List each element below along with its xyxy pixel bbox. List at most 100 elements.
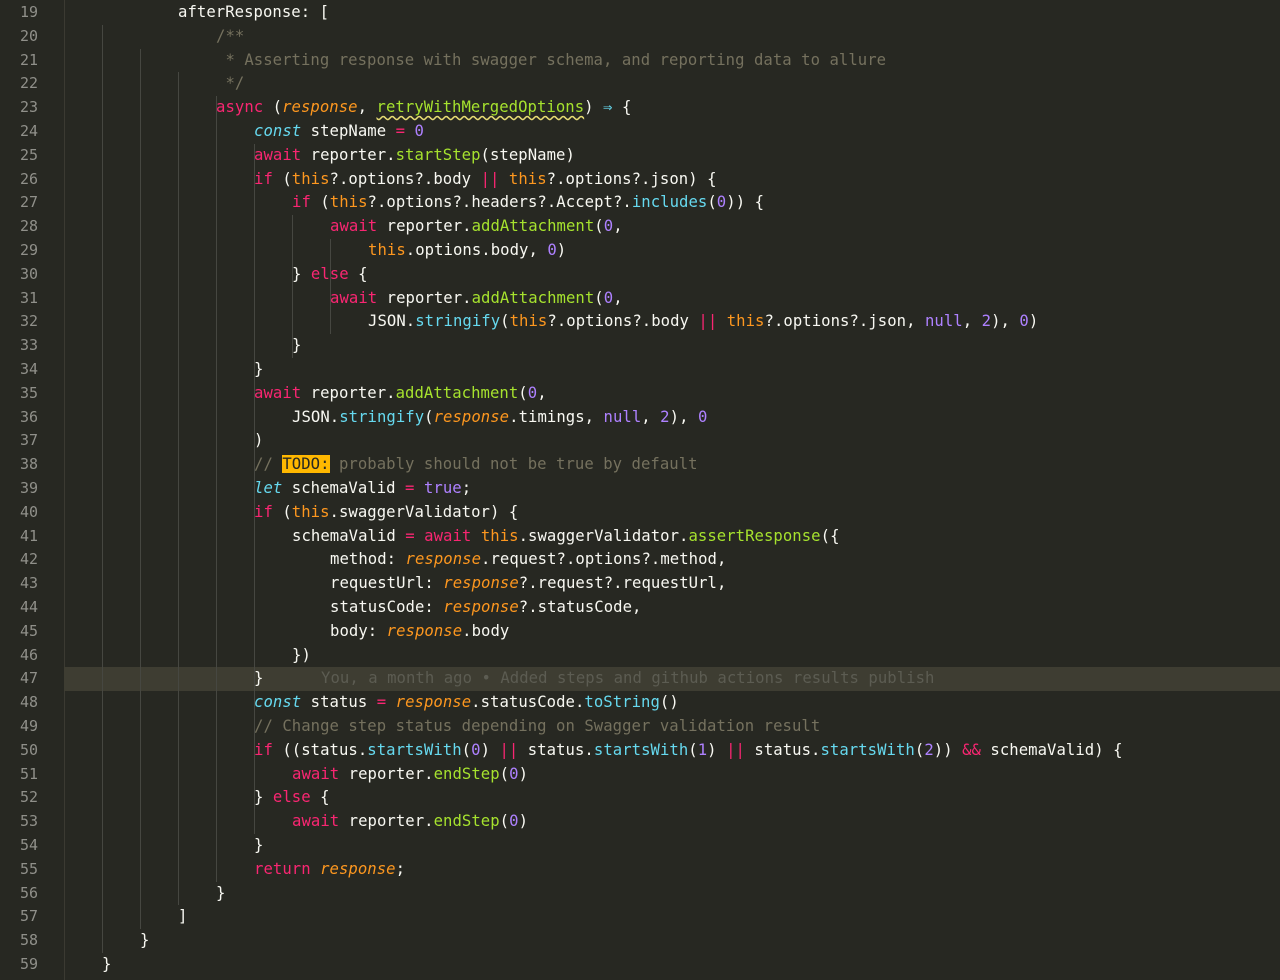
code-line[interactable]: 21 * Asserting response with swagger sch… <box>0 49 1280 73</box>
indent-guide <box>102 24 103 953</box>
line-number: 29 <box>19 241 38 259</box>
code-text[interactable]: await reporter.endStep(0) <box>292 763 528 787</box>
code-text[interactable]: } <box>216 882 225 906</box>
code-text[interactable]: await reporter.addAttachment(0, <box>254 382 547 406</box>
code-line[interactable]: 25 await reporter.startStep(stepName) <box>0 144 1280 168</box>
code-line[interactable]: 45 body: response.body <box>0 620 1280 644</box>
code-text[interactable]: * Asserting response with swagger schema… <box>216 49 886 73</box>
code-line[interactable]: 24 const stepName = 0 <box>0 120 1280 144</box>
code-text[interactable]: await reporter.endStep(0) <box>292 810 528 834</box>
code-text[interactable]: afterResponse: [ <box>178 1 329 25</box>
code-line[interactable]: 54} <box>0 834 1280 858</box>
code-text[interactable]: let schemaValid = true; <box>254 477 471 501</box>
code-line[interactable]: 28 await reporter.addAttachment(0, <box>0 215 1280 239</box>
code-text[interactable]: await reporter.addAttachment(0, <box>330 287 623 311</box>
code-text[interactable]: JSON.stringify(this?.options?.body || th… <box>368 310 1038 334</box>
code-line[interactable]: 30} else { <box>0 263 1280 287</box>
code-line[interactable]: 33} <box>0 334 1280 358</box>
line-number: 47 <box>19 669 38 688</box>
code-text[interactable]: const status = response.statusCode.toStr… <box>254 691 679 715</box>
code-line[interactable]: 36 JSON.stringify(response.timings, null,… <box>0 406 1280 430</box>
code-line[interactable]: 52} else { <box>0 786 1280 810</box>
line-number: 45 <box>19 621 38 640</box>
code-line[interactable]: 40 if (this.swaggerValidator) { <box>0 501 1280 525</box>
line-number: 37 <box>19 431 38 450</box>
code-line[interactable]: 47} You, a month ago • Added steps and gi… <box>0 667 1280 692</box>
code-line[interactable]: 58} <box>0 929 1280 953</box>
code-text[interactable]: body: response.body <box>330 620 509 644</box>
code-line[interactable]: 32 JSON.stringify(this?.options?.body || … <box>0 310 1280 334</box>
code-line[interactable]: 43 requestUrl: response?.request?.request… <box>0 572 1280 596</box>
code-line[interactable]: 53 await reporter.endStep(0) <box>0 810 1280 834</box>
code-text[interactable]: // TODO: probably should not be true by … <box>254 453 698 477</box>
code-text[interactable]: schemaValid = await this.swaggerValidato… <box>292 525 840 549</box>
code-text[interactable]: async (response, retryWithMergedOptions)… <box>216 96 631 120</box>
line-number: 57 <box>19 907 38 926</box>
code-line[interactable]: 50 if ((status.startsWith(0) || status.st… <box>0 739 1280 763</box>
code-line[interactable]: 55 return response; <box>0 858 1280 882</box>
code-line[interactable]: 35 await reporter.addAttachment(0, <box>0 382 1280 406</box>
code-text[interactable]: this.options.body, 0) <box>368 239 566 263</box>
line-number: 50 <box>19 740 38 759</box>
line-number: 24 <box>19 122 38 140</box>
code-editor[interactable]: 19 afterResponse: [20/** 21 * Asserting re… <box>0 0 1280 980</box>
code-line[interactable]: 59} <box>0 953 1280 977</box>
code-text[interactable]: if ((status.startsWith(0) || status.star… <box>254 739 1123 763</box>
line-number: 51 <box>19 764 38 783</box>
code-text[interactable]: } <box>292 334 301 358</box>
line-number: 43 <box>19 574 38 593</box>
code-line[interactable]: 20 /** <box>0 25 1280 49</box>
indent-guide <box>254 143 255 834</box>
code-text[interactable]: if (this?.options?.body || this?.options… <box>254 168 717 192</box>
code-text[interactable]: } <box>254 834 263 858</box>
code-line[interactable]: 34} <box>0 358 1280 382</box>
code-text[interactable]: } <box>254 667 263 691</box>
code-text[interactable]: requestUrl: response?.request?.requestUr… <box>330 572 726 596</box>
code-text[interactable]: } <box>254 358 263 382</box>
code-line[interactable]: 27 if (this?.options?.headers?.Accept?.in… <box>0 191 1280 215</box>
line-number: 55 <box>19 859 38 878</box>
code-line[interactable]: 37) <box>0 429 1280 453</box>
code-line[interactable]: 26 if (this?.options?.body || this?.optio… <box>0 168 1280 192</box>
code-line[interactable]: 29 this.options.body, 0) <box>0 239 1280 263</box>
line-number: 36 <box>19 407 38 426</box>
code-line[interactable]: 46}) <box>0 644 1280 668</box>
code-text[interactable]: } <box>140 929 149 953</box>
code-line[interactable]: 51 await reporter.endStep(0) <box>0 763 1280 787</box>
code-line[interactable]: 49 // Change step status depending on Swa… <box>0 715 1280 739</box>
code-line[interactable]: 57] <box>0 905 1280 929</box>
code-text[interactable]: await reporter.addAttachment(0, <box>330 215 623 239</box>
code-line[interactable]: 56} <box>0 882 1280 906</box>
code-line[interactable]: 44 statusCode: response?.statusCode, <box>0 596 1280 620</box>
code-text[interactable]: }) <box>292 644 311 668</box>
line-number: 32 <box>19 312 38 331</box>
code-text[interactable]: */ <box>216 72 244 96</box>
line-number: 23 <box>19 98 38 117</box>
code-line[interactable]: 41 schemaValid = await this.swaggerValida… <box>0 525 1280 549</box>
code-text[interactable]: } else { <box>254 786 330 810</box>
code-text[interactable]: return response; <box>254 858 405 882</box>
code-text[interactable]: JSON.stringify(response.timings, null, 2… <box>292 406 707 430</box>
code-line[interactable]: 48 const status = response.statusCode.toS… <box>0 691 1280 715</box>
code-line[interactable]: 39 let schemaValid = true; <box>0 477 1280 501</box>
code-text[interactable]: method: response.request?.options?.metho… <box>330 548 726 572</box>
code-line[interactable]: 31 await reporter.addAttachment(0, <box>0 287 1280 311</box>
code-text[interactable]: /** <box>216 25 244 49</box>
code-text[interactable]: } <box>102 953 111 977</box>
code-text[interactable]: if (this.swaggerValidator) { <box>254 501 518 525</box>
code-text[interactable]: await reporter.startStep(stepName) <box>254 144 575 168</box>
code-text[interactable]: // Change step status depending on Swagg… <box>254 715 820 739</box>
line-number: 39 <box>19 479 38 497</box>
line-number: 42 <box>19 550 38 569</box>
code-line[interactable]: 42 method: response.request?.options?.met… <box>0 548 1280 572</box>
code-line[interactable]: 19 afterResponse: [ <box>0 1 1280 25</box>
line-number: 48 <box>19 693 38 712</box>
code-text[interactable]: if (this?.options?.headers?.Accept?.incl… <box>292 191 764 215</box>
code-text[interactable]: statusCode: response?.statusCode, <box>330 596 641 620</box>
code-line[interactable]: 22 */ <box>0 72 1280 96</box>
code-text[interactable]: ) <box>254 429 263 453</box>
code-line[interactable]: 38 // TODO: probably should not be true b… <box>0 453 1280 477</box>
code-line[interactable]: 23 async (response, retryWithMergedOption… <box>0 96 1280 120</box>
code-text[interactable]: const stepName = 0 <box>254 120 424 144</box>
code-text[interactable]: ] <box>178 905 187 929</box>
